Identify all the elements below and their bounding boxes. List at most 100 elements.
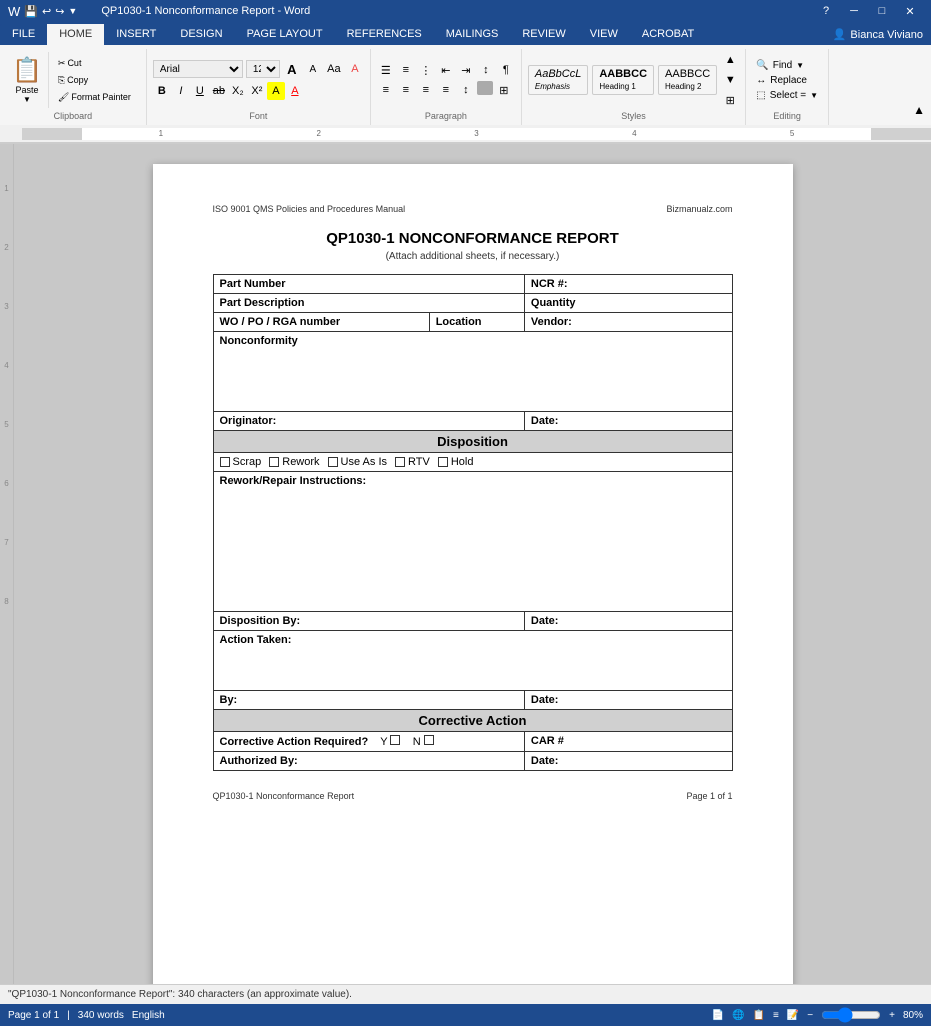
tab-page-layout[interactable]: PAGE LAYOUT bbox=[235, 24, 335, 45]
zoom-out-btn[interactable]: − bbox=[807, 1010, 813, 1021]
font-size-up-btn[interactable]: A bbox=[283, 60, 301, 78]
shading-btn[interactable] bbox=[477, 81, 493, 95]
underline-button[interactable]: U bbox=[191, 82, 209, 100]
font-name-select[interactable]: Arial bbox=[153, 60, 243, 78]
subscript-button[interactable]: X₂ bbox=[229, 82, 247, 100]
font-size-down-btn[interactable]: A bbox=[304, 60, 322, 78]
collapse-ribbon-btn[interactable]: ▲ bbox=[907, 99, 931, 121]
align-left-btn[interactable]: ≡ bbox=[377, 81, 395, 99]
view-read-btn[interactable]: 📋 bbox=[753, 1010, 765, 1021]
maximize-button[interactable]: □ bbox=[869, 0, 895, 22]
cut-button[interactable]: ✂Cut bbox=[53, 56, 136, 71]
title-text: QP1030-1 Nonconformance Report - Word bbox=[101, 5, 310, 17]
tab-view[interactable]: VIEW bbox=[578, 24, 630, 45]
use-as-is-checkbox[interactable]: Use As Is bbox=[328, 456, 387, 468]
style-heading2[interactable]: AABBCC Heading 2 bbox=[658, 65, 717, 95]
superscript-button[interactable]: X² bbox=[248, 82, 266, 100]
page-info: Page 1 of 1 bbox=[8, 1010, 59, 1021]
rework-checkbox[interactable]: Rework bbox=[269, 456, 319, 468]
view-draft-btn[interactable]: 📝 bbox=[787, 1010, 799, 1021]
show-hide-btn[interactable]: ¶ bbox=[497, 61, 515, 79]
form-table: Part Number NCR #: Part Description Quan… bbox=[213, 274, 733, 771]
view-print-btn[interactable]: 📄 bbox=[712, 1010, 724, 1021]
left-ruler: 1 2 3 4 5 6 7 8 bbox=[0, 144, 14, 1020]
tab-references[interactable]: REFERENCES bbox=[335, 24, 434, 45]
increase-indent-btn[interactable]: ⇥ bbox=[457, 61, 475, 79]
scrap-checkbox[interactable]: Scrap bbox=[220, 456, 262, 468]
rework-cell: Rework/Repair Instructions: bbox=[213, 472, 732, 612]
copy-button[interactable]: ⎘Copy bbox=[53, 73, 136, 88]
find-button[interactable]: 🔍 Find ▼ bbox=[752, 59, 822, 72]
tab-acrobat[interactable]: ACROBAT bbox=[630, 24, 706, 45]
tab-design[interactable]: DESIGN bbox=[168, 24, 234, 45]
rtv-checkbox[interactable]: RTV bbox=[395, 456, 430, 468]
multilevel-btn[interactable]: ⋮ bbox=[417, 61, 435, 79]
zoom-level: 80% bbox=[903, 1010, 923, 1021]
find-dropdown-icon[interactable]: ▼ bbox=[796, 61, 804, 70]
tab-home[interactable]: HOME bbox=[47, 24, 104, 45]
select-dropdown-icon[interactable]: ▼ bbox=[810, 91, 818, 100]
styles-scroll-up[interactable]: ▲ bbox=[721, 51, 739, 69]
justify-btn[interactable]: ≡ bbox=[437, 81, 455, 99]
text-effects-btn[interactable]: A bbox=[346, 60, 364, 78]
quick-access-redo[interactable]: ↪ bbox=[55, 5, 64, 18]
quick-access-save[interactable]: 💾 bbox=[24, 5, 38, 18]
align-right-btn[interactable]: ≡ bbox=[417, 81, 435, 99]
numbering-btn[interactable]: ≡ bbox=[397, 61, 415, 79]
view-web-btn[interactable]: 🌐 bbox=[732, 1010, 744, 1021]
ncr-cell: NCR #: bbox=[524, 275, 732, 294]
zoom-in-btn[interactable]: + bbox=[889, 1010, 895, 1021]
styles-more[interactable]: ⊞ bbox=[721, 91, 739, 109]
n-checkbox[interactable] bbox=[424, 735, 434, 745]
action-taken-label: Action Taken: bbox=[220, 634, 292, 646]
view-outline-btn[interactable]: ≡ bbox=[773, 1010, 779, 1021]
paste-dropdown-icon[interactable]: ▼ bbox=[23, 95, 31, 104]
hold-checkbox[interactable]: Hold bbox=[438, 456, 474, 468]
zoom-slider[interactable] bbox=[821, 1007, 881, 1023]
originator-label: Originator: bbox=[220, 415, 277, 427]
font-label: Font bbox=[249, 111, 267, 123]
tab-mailings[interactable]: MAILINGS bbox=[434, 24, 511, 45]
help-button[interactable]: ? bbox=[813, 0, 839, 22]
style-heading1[interactable]: AABBCC Heading 1 bbox=[592, 65, 654, 95]
styles-label: Styles bbox=[621, 111, 646, 123]
styles-scroll-down[interactable]: ▼ bbox=[721, 71, 739, 89]
bullets-btn[interactable]: ☰ bbox=[377, 61, 395, 79]
replace-button[interactable]: ↔ Replace bbox=[752, 74, 822, 87]
style-emphasis[interactable]: AaBbCcL Emphasis bbox=[528, 65, 588, 95]
border-btn[interactable]: ⊞ bbox=[495, 81, 513, 99]
paste-button[interactable]: 📋 Paste ▼ bbox=[6, 52, 49, 108]
strikethrough-button[interactable]: ab bbox=[210, 82, 228, 100]
decrease-indent-btn[interactable]: ⇤ bbox=[437, 61, 455, 79]
ribbon-group-styles: AaBbCcL Emphasis AABBCC Heading 1 AABBCC… bbox=[522, 49, 746, 125]
scroll-area[interactable]: ISO 9001 QMS Policies and Procedures Man… bbox=[14, 144, 931, 1020]
clear-format-btn[interactable]: Aa bbox=[325, 60, 343, 78]
tab-file[interactable]: FILE bbox=[0, 24, 47, 45]
page-header: ISO 9001 QMS Policies and Procedures Man… bbox=[213, 204, 733, 214]
quick-access-dropdown[interactable]: ▼ bbox=[68, 6, 77, 16]
bold-button[interactable]: B bbox=[153, 82, 171, 100]
authorized-by-cell: Authorized By: bbox=[213, 752, 524, 771]
select-icon: ⬚ bbox=[756, 90, 765, 101]
line-spacing-btn[interactable]: ↕ bbox=[457, 81, 475, 99]
select-button[interactable]: ⬚ Select = ▼ bbox=[752, 89, 822, 102]
text-highlight-btn[interactable]: A bbox=[267, 82, 285, 100]
italic-button[interactable]: I bbox=[172, 82, 190, 100]
format-painter-button[interactable]: 🖌Format Painter bbox=[53, 90, 136, 105]
editing-label: Editing bbox=[773, 111, 801, 123]
font-color-btn[interactable]: A bbox=[286, 82, 304, 100]
part-number-label: Part Number bbox=[220, 278, 286, 290]
sort-btn[interactable]: ↕ bbox=[477, 61, 495, 79]
ruler: 1 2 3 4 5 bbox=[0, 125, 931, 143]
align-center-btn[interactable]: ≡ bbox=[397, 81, 415, 99]
quick-access-undo[interactable]: ↩ bbox=[42, 5, 51, 18]
table-row: Authorized By: Date: bbox=[213, 752, 732, 771]
font-size-select[interactable]: 12 bbox=[246, 60, 280, 78]
minimize-button[interactable]: ─ bbox=[841, 0, 867, 22]
y-checkbox[interactable] bbox=[390, 735, 400, 745]
ribbon-group-font: Arial 12 A A Aa A B I U ab X₂ X² bbox=[147, 49, 371, 125]
wo-label: WO / PO / RGA number bbox=[220, 316, 341, 328]
tab-insert[interactable]: INSERT bbox=[104, 24, 168, 45]
close-button[interactable]: ✕ bbox=[897, 0, 923, 22]
tab-review[interactable]: REVIEW bbox=[510, 24, 577, 45]
